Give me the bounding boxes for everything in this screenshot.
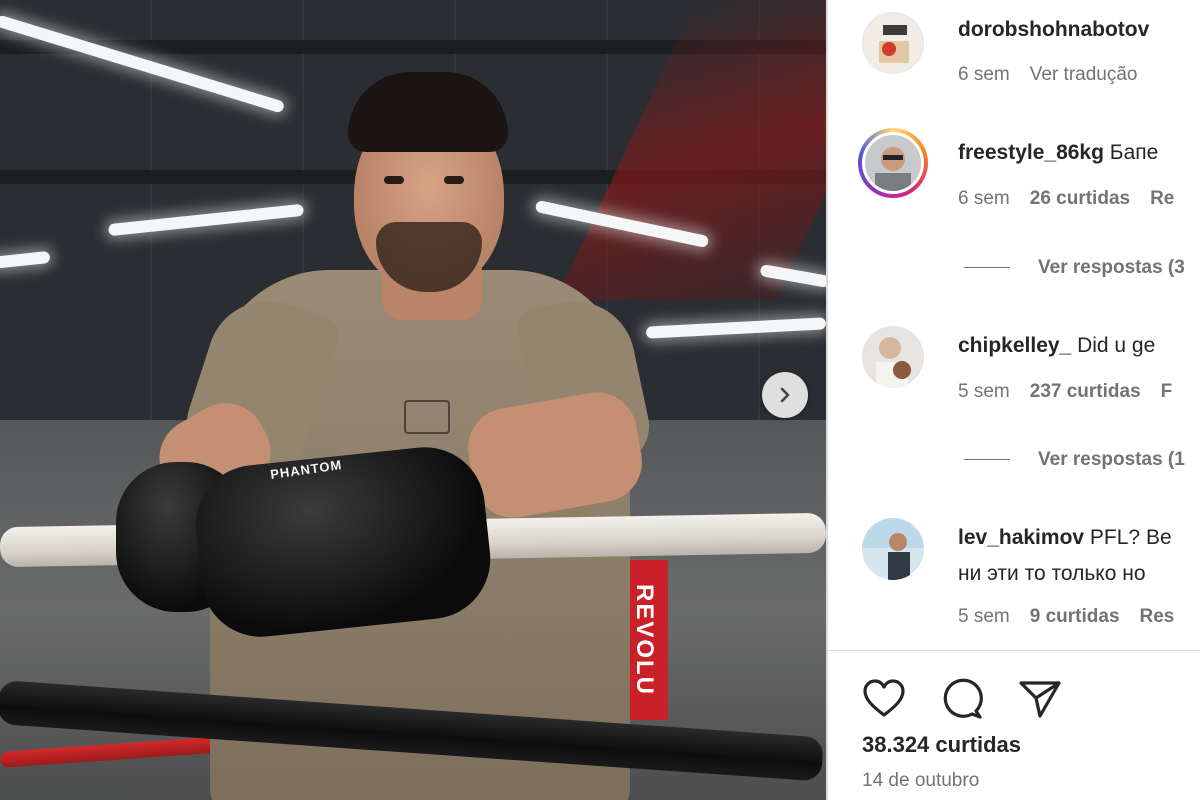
post-image[interactable]: REVOLU PHANTOM bbox=[0, 0, 826, 800]
comment-text: lev_hakimov PFL? Be bbox=[958, 526, 1172, 550]
shirt-logo bbox=[404, 400, 450, 434]
chevron-right-icon bbox=[780, 387, 790, 403]
comment-icon bbox=[943, 678, 983, 719]
fighter-eye bbox=[444, 176, 464, 184]
view-replies-label: Ver respostas (1 bbox=[1038, 449, 1185, 470]
comment-username[interactable]: freestyle_86kg bbox=[958, 141, 1104, 164]
comment-meta: 5 sem 9 curtidas Res bbox=[958, 606, 1194, 628]
next-photo-button[interactable] bbox=[762, 372, 808, 418]
comment-body: Бапе bbox=[1109, 141, 1159, 164]
comment-text: freestyle_86kg Бапе bbox=[958, 141, 1158, 165]
avatar-story-ring[interactable] bbox=[858, 128, 928, 198]
view-replies[interactable]: Ver respostas (3 bbox=[964, 257, 1185, 279]
avatar-image bbox=[879, 25, 909, 63]
comment-body: PFL? Be bbox=[1089, 526, 1172, 549]
comment-meta: 6 sem Ver tradução bbox=[958, 64, 1158, 86]
like-button[interactable] bbox=[860, 675, 908, 723]
likes-count[interactable]: 38.324 curtidas bbox=[862, 732, 1021, 758]
reply-button[interactable]: F bbox=[1161, 381, 1173, 402]
fighter-eye bbox=[384, 176, 404, 184]
avatar[interactable] bbox=[862, 326, 924, 388]
comment-likes[interactable]: 9 curtidas bbox=[1030, 606, 1120, 627]
post-actions bbox=[860, 650, 1094, 719]
avatar[interactable] bbox=[862, 518, 924, 580]
comment-button[interactable] bbox=[938, 675, 986, 723]
comment-username[interactable]: lev_hakimov bbox=[958, 526, 1084, 549]
avatar-image bbox=[876, 337, 911, 388]
comment-meta: 6 sem 26 curtidas Re bbox=[958, 188, 1194, 210]
comment-time[interactable]: 5 sem bbox=[958, 606, 1010, 627]
send-icon bbox=[1019, 681, 1061, 718]
comment-body: Did u ge bbox=[1077, 334, 1156, 357]
avatar bbox=[862, 132, 924, 194]
avatar[interactable] bbox=[862, 12, 924, 74]
view-replies-label: Ver respostas (3 bbox=[1038, 257, 1185, 278]
comment-time[interactable]: 5 sem bbox=[958, 381, 1010, 402]
comment-likes[interactable]: 237 curtidas bbox=[1030, 381, 1141, 402]
comments-panel: dorobshohnabotov 6 sem Ver tradução frees… bbox=[828, 0, 1200, 800]
comment-text: dorobshohnabotov bbox=[958, 18, 1149, 42]
comment-meta: 5 sem 237 curtidas F bbox=[958, 381, 1192, 403]
comment-username[interactable]: chipkelley_ bbox=[958, 334, 1071, 357]
comments-list[interactable]: dorobshohnabotov 6 sem Ver tradução frees… bbox=[828, 0, 1200, 650]
translate-link[interactable]: Ver tradução bbox=[1030, 64, 1138, 85]
share-button[interactable] bbox=[1016, 675, 1064, 723]
avatar-image bbox=[875, 147, 911, 191]
view-replies[interactable]: Ver respostas (1 bbox=[964, 449, 1185, 471]
heart-icon bbox=[863, 679, 905, 717]
replies-line bbox=[964, 267, 1010, 269]
replies-line bbox=[964, 459, 1010, 461]
avatar-image bbox=[862, 518, 924, 580]
comment-text-line2: ни эти то только но bbox=[958, 562, 1146, 585]
comment-likes[interactable]: 26 curtidas bbox=[1030, 188, 1130, 209]
comment-username[interactable]: dorobshohnabotov bbox=[958, 18, 1149, 41]
post-date[interactable]: 14 de outubro bbox=[862, 770, 979, 792]
comment-time[interactable]: 6 sem bbox=[958, 64, 1010, 85]
comment-time[interactable]: 6 sem bbox=[958, 188, 1010, 209]
reply-button[interactable]: Res bbox=[1140, 606, 1175, 627]
comment-text: chipkelley_ Did u ge bbox=[958, 334, 1155, 358]
reply-button[interactable]: Re bbox=[1150, 188, 1174, 209]
